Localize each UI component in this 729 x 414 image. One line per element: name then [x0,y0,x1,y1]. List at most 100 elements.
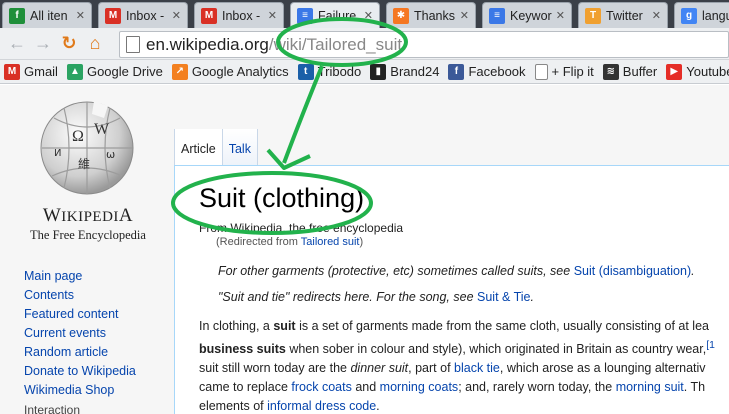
browser-tab[interactable]: T Twitter ✕ [578,2,668,28]
feedly-icon: f [9,7,25,24]
analytics-icon: ↗ [171,63,188,80]
tab-talk[interactable]: Talk [222,129,258,165]
docs-icon: ≡ [297,7,313,24]
bookmark-label: Tribodo [317,64,362,79]
browser-tab[interactable]: M Inbox - ✕ [194,2,284,28]
svg-text:И: И [54,148,61,159]
browser-tab[interactable]: glanguag✕ [674,2,729,28]
informal-dress-code-link[interactable]: informal dress code [267,399,376,413]
browser-tab-label: Keywor [510,8,552,23]
browser-toolbar: ← → ↻ ⌂ en.wikipedia.org/wiki/Tailored_s… [0,28,729,60]
home-icon[interactable]: ⌂ [82,31,108,57]
browser-tab-label: Thanks [414,8,455,23]
page-icon [126,36,140,53]
black-tie-link[interactable]: black tie [454,361,500,375]
paragraph-line: suit still worn today are the dinner sui… [199,361,706,376]
bookmark-label: Brand24 [390,64,440,79]
morning-suit-link[interactable]: morning suit [616,380,684,394]
wikipedia-wordmark: WIKIPEDIA [42,205,134,226]
close-icon[interactable]: ✕ [652,9,661,22]
bookmark-item[interactable]: ▮ Brand24 [370,63,440,80]
browser-tab[interactable]: f All iten ✕ [2,2,92,28]
wikipedia-tagline: The Free Encyclopedia [30,228,146,242]
reload-icon[interactable]: ↻ [56,31,82,57]
bookmark-label: Google Analytics [191,64,289,79]
reference-link[interactable]: [1 [706,340,715,351]
bookmark-item[interactable]: ≋ Buffer [602,63,658,80]
close-icon[interactable]: ✕ [364,9,373,22]
bookmark-item[interactable]: ↗ Google Analytics [171,63,289,80]
gmail-icon: M [105,7,121,24]
sidebar-navigation: Main page Contents Featured content Curr… [24,267,136,414]
svg-text:W: W [94,121,110,138]
tribodo-icon: t [297,63,314,80]
browser-tab[interactable]: ≡ Failure ✕ [290,2,380,28]
address-path: /wiki/Tailored_suit [268,34,403,54]
browser-tab-label: Twitter [606,8,643,23]
browser-tab[interactable]: ✱ Thanks ✕ [386,2,476,28]
article-content: Suit (clothing) From Wikipedia, the free… [174,165,729,414]
sidebar-item-main-page[interactable]: Main page [24,267,136,286]
close-icon[interactable]: ✕ [556,9,565,22]
bookmark-item[interactable]: ▲ Google Drive [66,63,163,80]
browser-tab-label: Inbox - [222,8,261,23]
morning-coats-link[interactable]: morning coats [380,380,459,394]
bookmark-label: Youtube [686,64,729,79]
drive-icon: ▲ [66,63,83,80]
redirect-link[interactable]: Tailored suit [301,236,360,248]
hatnote-suit-and-tie: "Suit and tie" redirects here. For the s… [218,290,534,304]
bookmark-item[interactable]: f Facebook [448,63,526,80]
back-arrow-icon[interactable]: ← [4,31,30,57]
browser-tab-label: Failure [318,8,357,23]
facebook-icon: f [448,63,465,80]
puzzle-globe-icon: Ω W 維 И ω [40,101,134,195]
gmail-icon: M [201,7,217,24]
bookmark-item[interactable]: ▶ Youtube [666,63,729,80]
suit-and-tie-link[interactable]: Suit & Tie [477,290,531,304]
forward-arrow-icon[interactable]: → [30,31,56,57]
tab-article[interactable]: Article [174,129,223,165]
svg-text:Ω: Ω [72,128,84,145]
browser-tab-strip: f All iten ✕ M Inbox - ✕ M Inbox - ✕ ≡ Failure ✕ ✱ Th… [0,0,729,28]
sidebar-item-donate[interactable]: Donate to Wikipedia [24,362,136,381]
frock-coats-link[interactable]: frock coats [291,380,351,394]
suit-disambiguation-link[interactable]: Suit (disambiguation) [574,264,691,278]
svg-text:ω: ω [106,148,115,161]
hubspot-icon: ✱ [393,7,409,24]
google-icon: g [681,7,697,24]
sidebar-item-wikimedia-shop[interactable]: Wikimedia Shop [24,381,136,400]
sidebar-section-interaction[interactable]: Interaction [24,403,136,414]
page-icon [534,63,548,80]
close-icon[interactable]: ✕ [460,9,469,22]
wikipedia-page: Ω W 維 И ω WIKIPEDIA The Free Encyclopedi… [0,85,729,414]
browser-tab[interactable]: ≡ Keywor ✕ [482,2,572,28]
browser-tab-label: Inbox - [126,8,165,23]
browser-tab[interactable]: M Inbox - ✕ [98,2,188,28]
sidebar-item-featured-content[interactable]: Featured content [24,305,136,324]
article-paragraph: In clothing, a suit is a set of garments… [199,317,729,414]
paragraph-line: business suits when sober in colour and … [199,340,715,357]
hatnote-disambiguation: For other garments (protective, etc) som… [218,264,695,278]
buffer-icon: ≋ [602,63,619,80]
bookmark-item[interactable]: t Tribodo [297,63,362,80]
bookmark-item[interactable]: + Flip it [534,63,594,80]
sidebar-item-random-article[interactable]: Random article [24,343,136,362]
bookmark-label: Buffer [622,64,658,79]
close-icon[interactable]: ✕ [76,9,85,22]
browser-tab-label: languag [702,8,729,23]
wikipedia-logo[interactable]: Ω W 維 И ω WIKIPEDIA The Free Encyclopedi… [24,91,152,242]
brand24-icon: ▮ [370,63,387,80]
close-icon[interactable]: ✕ [172,9,181,22]
close-icon[interactable]: ✕ [268,9,277,22]
address-bar[interactable]: en.wikipedia.org/wiki/Tailored_suit [119,31,729,58]
page-title: Suit (clothing) [199,183,365,213]
paragraph-line: In clothing, a suit is a set of garments… [199,319,709,333]
sidebar-item-contents[interactable]: Contents [24,286,136,305]
gmail-icon: M [4,63,20,80]
twitter-icon: T [585,7,601,24]
paragraph-line: elements of informal dress code. [199,399,380,414]
bookmark-label: Gmail [24,64,58,79]
sidebar-item-current-events[interactable]: Current events [24,324,136,343]
bookmark-item[interactable]: M Gmail [4,63,58,80]
bookmarks-bar: M Gmail ▲ Google Drive ↗ Google Analytics t Tri… [0,60,729,84]
